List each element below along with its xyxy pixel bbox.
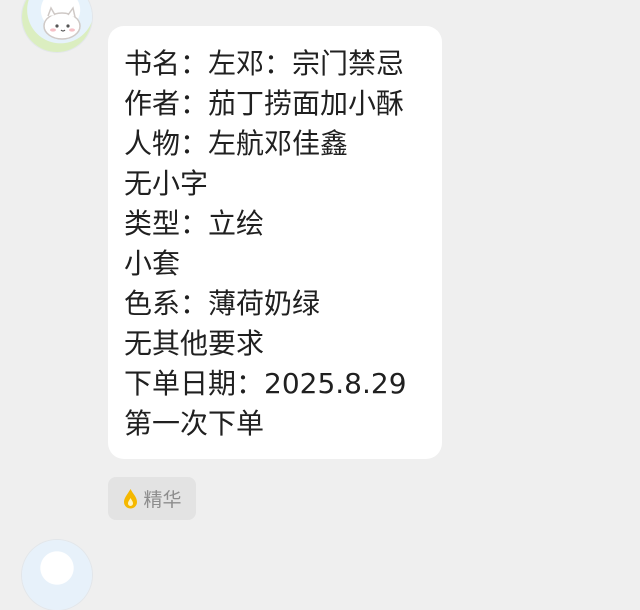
message-line: 小套 xyxy=(124,247,181,280)
message-line: 人物：左航邓佳鑫 xyxy=(124,127,349,160)
essence-label: 精华 xyxy=(143,489,182,511)
message-line: 色系：薄荷奶绿 xyxy=(124,287,321,320)
sender-avatar[interactable] xyxy=(22,0,92,52)
next-sender-avatar[interactable] xyxy=(22,540,92,610)
message-line: 类型：立绘 xyxy=(124,207,265,240)
message-line: 无小字 xyxy=(124,167,209,200)
flame-icon xyxy=(124,488,138,508)
essence-badge[interactable]: 精华 xyxy=(108,477,196,520)
message-line: 无其他要求 xyxy=(124,327,265,360)
message-line: 书名：左邓：宗门禁忌 xyxy=(124,47,405,80)
message-line: 第一次下单 xyxy=(124,407,265,440)
message-line: 作者：茄丁捞面加小酥 xyxy=(124,87,405,120)
message-bubble[interactable]: 书名：左邓：宗门禁忌 作者：茄丁捞面加小酥 人物：左航邓佳鑫 无小字 类型：立绘… xyxy=(108,26,442,459)
cat-avatar-icon xyxy=(43,6,81,40)
message-line: 下单日期：2025.8.29 xyxy=(124,367,407,400)
